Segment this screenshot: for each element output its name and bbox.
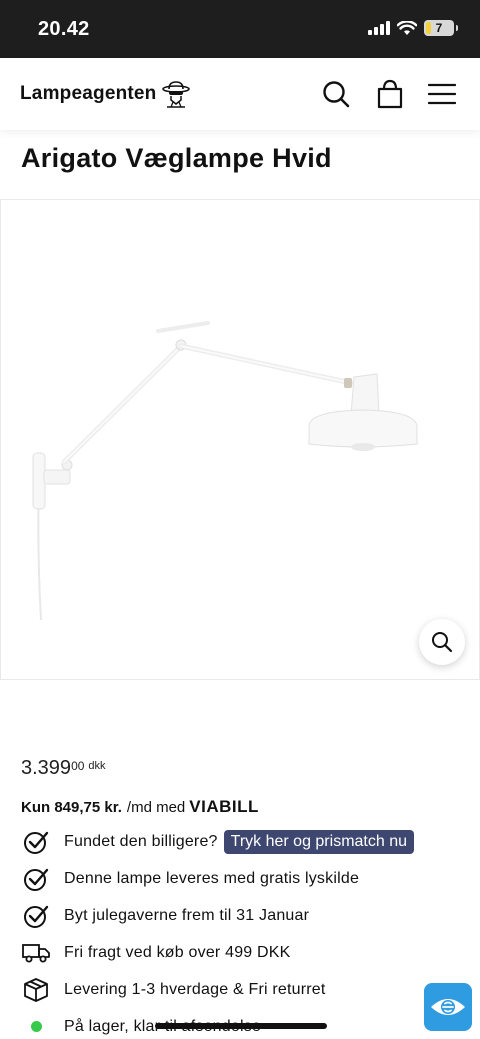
checkmark-circle-icon — [22, 902, 50, 930]
box-icon — [22, 976, 50, 1004]
search-icon — [323, 81, 350, 108]
cart-button[interactable] — [372, 76, 408, 112]
usp-item-free-shipping: Fri fragt ved køb over 499 DKK — [22, 934, 462, 971]
wifi-icon — [397, 20, 417, 35]
logo-text: Lampeagenten — [20, 83, 157, 104]
truck-icon — [22, 939, 50, 967]
product-image-gallery[interactable] — [0, 199, 480, 680]
status-icons: 7 — [368, 20, 458, 36]
product-title: Arigato Væglampe Hvid — [21, 143, 332, 173]
zoom-button[interactable] — [419, 619, 465, 665]
usp-text: Fundet den billigere? — [64, 832, 218, 850]
financing-info[interactable]: Kun 849,75 kr. /md med VIABILL — [21, 797, 259, 817]
eye-icon — [431, 999, 465, 1015]
usp-text: Levering 1-3 hverdage & Fri returret — [64, 980, 326, 998]
usp-text: Byt julegaverne frem til 31 Januar — [64, 906, 310, 924]
hamburger-menu-icon — [428, 83, 456, 105]
product-price: 3.399 00 dkk — [21, 757, 106, 780]
battery-icon: 7 — [424, 20, 454, 36]
battery-level: 7 — [435, 21, 443, 35]
price-decimals: 00 — [71, 759, 85, 773]
search-button[interactable] — [318, 76, 354, 112]
agent-logo-icon — [161, 81, 190, 108]
shopping-bag-icon — [377, 79, 403, 109]
site-header: Lampeagenten — [0, 58, 480, 130]
usp-text: Fri fragt ved køb over 499 DKK — [64, 943, 291, 961]
viabill-logo: VIABILL — [189, 797, 259, 816]
stock-dot — [30, 1021, 42, 1032]
accessibility-button[interactable] — [424, 983, 472, 1031]
price-match-button[interactable]: Tryk her og prismatch nu — [223, 829, 414, 854]
usp-text: Denne lampe leveres med gratis lyskilde — [64, 869, 360, 887]
price-main: 3.399 — [21, 757, 72, 779]
logo-link[interactable]: Lampeagenten — [20, 80, 191, 108]
financing-amount: Kun 849,75 kr. — [21, 798, 122, 816]
usp-item-free-bulb: Denne lampe leveres med gratis lyskilde — [22, 860, 462, 897]
zoom-icon — [432, 632, 453, 653]
usp-item-price-match: Fundet den billigere? Tryk her og prisma… — [22, 823, 462, 860]
checkmark-circle-icon — [22, 865, 50, 893]
usp-list: Fundet den billigere? Tryk her og prisma… — [22, 823, 462, 1039]
in-stock-dot-icon — [22, 1013, 50, 1039]
product-image — [32, 321, 418, 621]
home-indicator[interactable] — [155, 1023, 327, 1029]
financing-period: /md med — [126, 798, 186, 816]
usp-item-delivery: Levering 1-3 hverdage & Fri returret — [22, 971, 462, 1008]
battery-tip — [456, 25, 458, 31]
checkmark-circle-icon — [22, 828, 50, 856]
menu-button[interactable] — [424, 76, 460, 112]
status-bar: 20.42 7 — [0, 0, 480, 58]
cellular-signal-icon — [368, 21, 390, 35]
usp-item-christmas-exchange: Byt julegaverne frem til 31 Januar — [22, 897, 462, 934]
price-currency: dkk — [88, 760, 106, 772]
status-time: 20.42 — [38, 18, 90, 40]
